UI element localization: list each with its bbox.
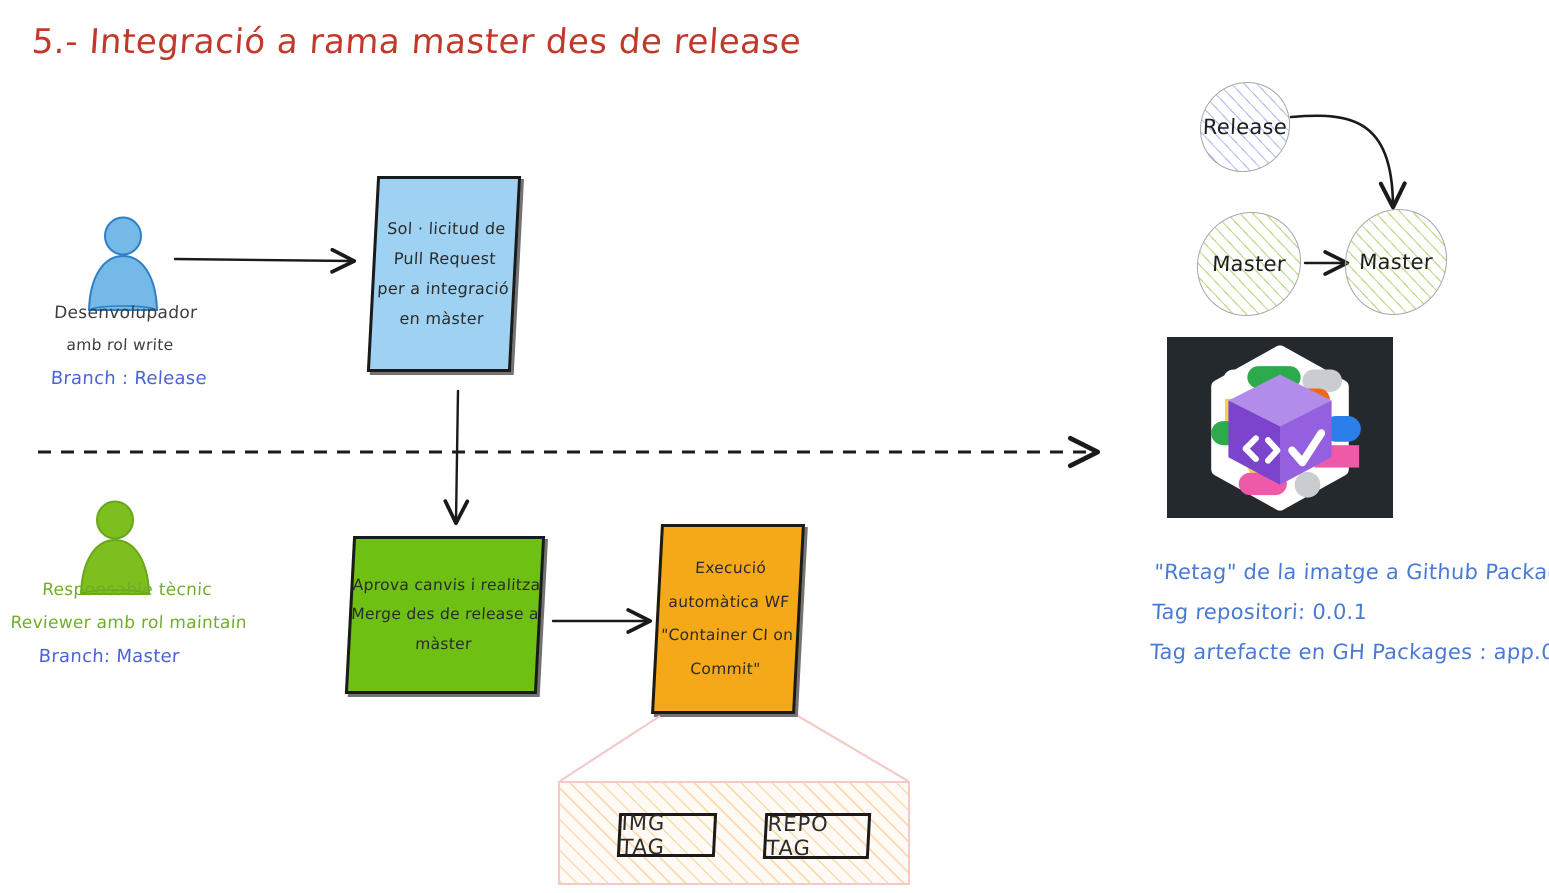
branch-circle-master-left[interactable]: Master — [1194, 212, 1304, 316]
reviewer-branch: Branch: Master — [38, 646, 181, 667]
reviewer-name: Responsable tècnic — [41, 580, 213, 600]
github-packages-logo — [1167, 337, 1393, 518]
arrow-pull-request-to-merge — [443, 389, 470, 526]
artifact-captions: "Retag" de la imatge a Github Packages T… — [1149, 560, 1549, 664]
callout-guide-lines — [559, 715, 909, 782]
img-tag-label: IMG TAG — [619, 811, 666, 859]
developer-name: Desenvolupador — [53, 303, 198, 323]
workflow-box[interactable]: Execució automàtica WF "Container CI on … — [651, 524, 805, 714]
developer-labels: Desenvolupador amb rol write Branch : Re… — [49, 303, 210, 404]
branch-circle-release-label: Release — [1202, 115, 1288, 139]
callout-panel: IMG TAG REPO TAG — [558, 781, 910, 885]
branch-circle-release[interactable]: Release — [1197, 82, 1293, 172]
person-icon — [87, 216, 159, 311]
diagram-canvas: 5.- Integració a rama master des de rele… — [0, 0, 1549, 893]
page-title: 5.- Integració a rama master des de rele… — [30, 22, 803, 62]
repo-tag-box[interactable]: REPO TAG — [762, 812, 872, 860]
branch-circle-master-right-label: Master — [1358, 250, 1434, 274]
reviewer-labels: Responsable tècnic Reviewer amb rol main… — [7, 580, 249, 682]
pull-request-line-2: Pull Request — [393, 249, 497, 268]
merge-line-3: màster — [414, 634, 473, 653]
caption-tag-artefacte: Tag artefacte en GH Packages : app.0.0.1 — [1149, 640, 1549, 664]
pull-request-line-4: en màster — [399, 309, 485, 328]
branch-circle-master-right[interactable]: Master — [1342, 209, 1450, 315]
packages-cube-icon — [1211, 344, 1361, 511]
reviewer-role: Reviewer amb rol maintain — [9, 613, 248, 633]
developer-branch: Branch : Release — [50, 367, 208, 389]
workflow-line-1: Execució — [694, 559, 767, 577]
pull-request-line-1: Sol · licitud de — [386, 219, 507, 238]
arrow-developer-to-pull-request — [173, 247, 357, 274]
arrow-release-to-master — [1289, 114, 1407, 210]
merge-line-1: Aprova canvis i realitza — [352, 575, 541, 594]
caption-tag-repositori: Tag repositori: 0.0.1 — [1151, 600, 1368, 624]
branch-circle-master-left-label: Master — [1211, 252, 1287, 276]
developer-person-icon — [80, 216, 166, 312]
developer-role: amb rol write — [66, 336, 174, 354]
workflow-line-2: automàtica WF — [667, 592, 790, 611]
merge-box[interactable]: Aprova canvis i realitza Merge des de re… — [344, 536, 546, 694]
img-tag-box[interactable]: IMG TAG — [616, 811, 718, 859]
workflow-line-3: "Container CI on — [660, 626, 794, 644]
pull-request-line-3: per a integració — [376, 279, 510, 298]
caption-retag: "Retag" de la imatge a Github Packages — [1153, 560, 1549, 584]
repo-tag-label: REPO TAG — [765, 812, 830, 860]
merge-line-2: Merge des de release a — [350, 605, 540, 624]
workflow-line-4: Commit" — [689, 659, 761, 678]
pull-request-box[interactable]: Sol · licitud de Pull Request per a inte… — [366, 176, 522, 372]
